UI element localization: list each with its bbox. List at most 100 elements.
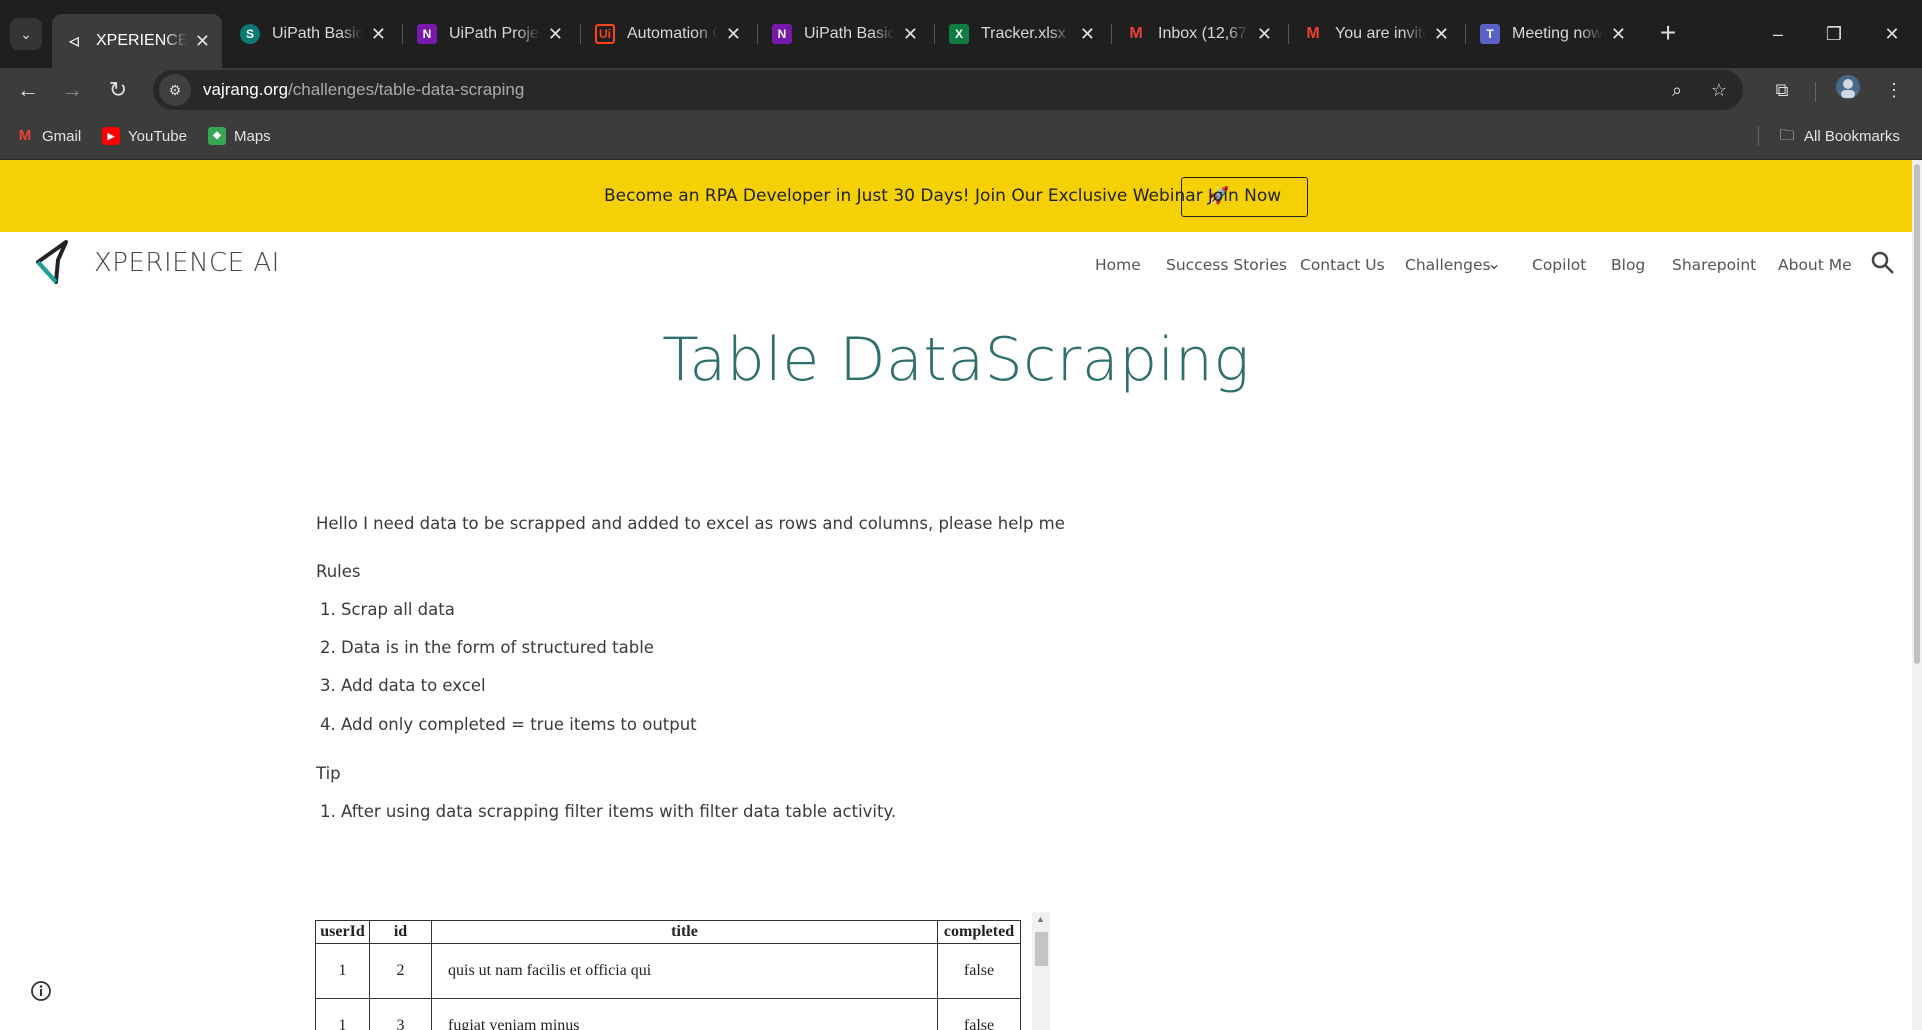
promo-text: Become an RPA Developer in Just 30 Days!… — [604, 186, 1230, 206]
close-icon[interactable]: ✕ — [903, 24, 918, 45]
tab-separator — [1111, 24, 1112, 44]
xperience-logo-icon: ◁ — [69, 34, 79, 48]
chevron-down-icon[interactable]: ⌄ — [1487, 254, 1501, 274]
minimize-button[interactable]: – — [1758, 18, 1798, 50]
tab-separator — [402, 24, 403, 44]
close-icon[interactable]: ✕ — [548, 24, 563, 45]
tab-automation[interactable]: Ui Automation C ✕ — [583, 16, 753, 52]
browser-tab-strip: ⌄ ◁ XPERIENCE AI ✕ S UiPath Basics ✕ N U… — [0, 0, 1922, 68]
maps-icon: ◆ — [208, 127, 226, 145]
url-text[interactable]: vajrang.org/challenges/table-data-scrapi… — [203, 80, 524, 100]
column-header: completed — [937, 920, 1021, 944]
scroll-up-arrow-icon[interactable]: ▲ — [1036, 914, 1045, 924]
close-icon[interactable]: ✕ — [1434, 24, 1449, 45]
close-window-button[interactable]: ✕ — [1872, 18, 1912, 50]
bookmark-label: Maps — [234, 127, 271, 145]
extensions-icon[interactable]: ⧉ — [1766, 74, 1798, 106]
web-page: Become an RPA Developer in Just 30 Days!… — [0, 160, 1912, 1030]
onenote-icon: N — [417, 24, 437, 44]
xperience-logo-icon[interactable] — [34, 240, 74, 284]
reload-button[interactable]: ↻ — [102, 74, 134, 106]
page-scrollbar[interactable] — [1912, 160, 1922, 1030]
tab-inbox[interactable]: M Inbox (12,672) ✕ — [1114, 16, 1284, 52]
excel-icon: X — [949, 24, 969, 44]
bookmarks-separator — [1758, 126, 1759, 146]
nav-challenges[interactable]: Challenges — [1405, 256, 1491, 274]
tab-separator — [757, 24, 758, 44]
table-scrollbar-thumb[interactable] — [1035, 932, 1048, 966]
menu-kebab-icon[interactable]: ⋮ — [1878, 74, 1910, 106]
close-icon[interactable]: ✕ — [195, 31, 210, 52]
onenote-icon: N — [772, 24, 792, 44]
restore-button[interactable]: ❐ — [1814, 18, 1854, 50]
youtube-icon: ▶ — [102, 127, 120, 145]
site-brand[interactable]: XPERIENCE AI — [94, 248, 280, 278]
all-bookmarks-label: All Bookmarks — [1804, 127, 1900, 145]
data-table-container[interactable]: userId id title completed 1 2 quis ut na… — [315, 912, 1050, 1030]
table-cell: 3 — [369, 998, 432, 1030]
close-icon[interactable]: ✕ — [1080, 24, 1095, 45]
back-button[interactable]: ← — [12, 74, 44, 106]
tab-label: Tracker.xlsx — [981, 25, 1066, 42]
tab-xperience[interactable]: ◁ XPERIENCE AI ✕ — [52, 14, 222, 68]
close-icon[interactable]: ✕ — [726, 24, 741, 45]
bookmark-star-icon[interactable]: ☆ — [1703, 74, 1735, 106]
site-info-icon[interactable]: ⚙ — [159, 74, 191, 106]
tab-uipath-basics-onenote[interactable]: N UiPath Basics ✕ — [760, 16, 930, 52]
tab-invited[interactable]: M You are invited ✕ — [1291, 16, 1461, 52]
search-icon[interactable] — [1870, 250, 1896, 276]
uipath-icon: Ui — [595, 24, 615, 44]
bookmark-gmail[interactable]: M Gmail — [16, 125, 81, 147]
tab-uipath-project[interactable]: N UiPath Project ✕ — [405, 16, 575, 52]
close-icon[interactable]: ✕ — [1257, 24, 1272, 45]
tab-uipath-basics-sharepoint[interactable]: S UiPath Basics ✕ — [228, 16, 398, 52]
promo-banner: Become an RPA Developer in Just 30 Days!… — [0, 160, 1912, 232]
tab-separator — [580, 24, 581, 44]
table-cell: 1 — [315, 943, 370, 999]
table-scrollbar[interactable]: ▲ — [1032, 912, 1050, 1030]
folder-icon: 🗀 — [1779, 127, 1795, 144]
table-cell: 1 — [315, 998, 370, 1030]
tab-separator — [1288, 24, 1289, 44]
gmail-icon: M — [18, 127, 32, 144]
nav-contact-us[interactable]: Contact Us — [1300, 256, 1385, 274]
tab-label: UiPath Basics — [804, 25, 895, 42]
tab-search-button[interactable]: ⌄ — [10, 18, 42, 50]
tab-label: UiPath Basics — [272, 25, 363, 42]
intro-text: Hello I need data to be scrapped and add… — [316, 514, 1065, 533]
toolbar-separator — [1815, 82, 1816, 102]
avatar[interactable] — [1832, 74, 1864, 106]
page-scrollbar-thumb[interactable] — [1914, 164, 1920, 664]
close-icon[interactable]: ✕ — [371, 24, 386, 45]
browser-toolbar: ← → ↻ ⚙ vajrang.org/challenges/table-dat… — [0, 68, 1922, 112]
page-title: Table DataScraping — [662, 325, 1250, 395]
address-bar[interactable]: ⚙ vajrang.org/challenges/table-data-scra… — [153, 70, 1743, 110]
table-cell: quis ut nam facilis et officia qui — [431, 943, 938, 999]
data-table: userId id title completed 1 2 quis ut na… — [315, 920, 1021, 1030]
new-tab-button[interactable]: + — [1652, 18, 1684, 50]
rule-item: 2. Data is in the form of structured tab… — [320, 638, 654, 657]
nav-copilot[interactable]: Copilot — [1532, 256, 1586, 274]
tab-separator — [1465, 24, 1466, 44]
tab-label: You are invited — [1335, 25, 1426, 42]
join-now-button[interactable]: Join Now — [1181, 177, 1308, 217]
nav-home[interactable]: Home — [1095, 256, 1141, 274]
bookmark-youtube[interactable]: ▶ YouTube — [102, 125, 187, 147]
bookmark-maps[interactable]: ◆ Maps — [208, 125, 271, 147]
tab-meeting[interactable]: T Meeting now ✕ — [1468, 16, 1638, 52]
info-icon[interactable] — [30, 980, 52, 1002]
forward-button[interactable]: → — [56, 74, 88, 106]
teams-icon: T — [1480, 24, 1500, 44]
all-bookmarks[interactable]: 🗀 All Bookmarks — [1778, 125, 1900, 147]
tab-label: Inbox (12,672) — [1158, 25, 1249, 42]
nav-blog[interactable]: Blog — [1611, 256, 1645, 274]
tab-tracker[interactable]: X Tracker.xlsx ✕ — [937, 16, 1107, 52]
nav-sharepoint[interactable]: Sharepoint — [1672, 256, 1756, 274]
zoom-icon[interactable]: ⌕ — [1661, 74, 1693, 106]
rules-heading: Rules — [316, 562, 361, 581]
site-header: XPERIENCE AI Home Success Stories Contac… — [0, 232, 1912, 298]
close-icon[interactable]: ✕ — [1611, 24, 1626, 45]
rule-item: 4. Add only completed = true items to ou… — [320, 715, 697, 734]
nav-success-stories[interactable]: Success Stories — [1166, 256, 1287, 274]
nav-about-me[interactable]: About Me — [1778, 256, 1852, 274]
